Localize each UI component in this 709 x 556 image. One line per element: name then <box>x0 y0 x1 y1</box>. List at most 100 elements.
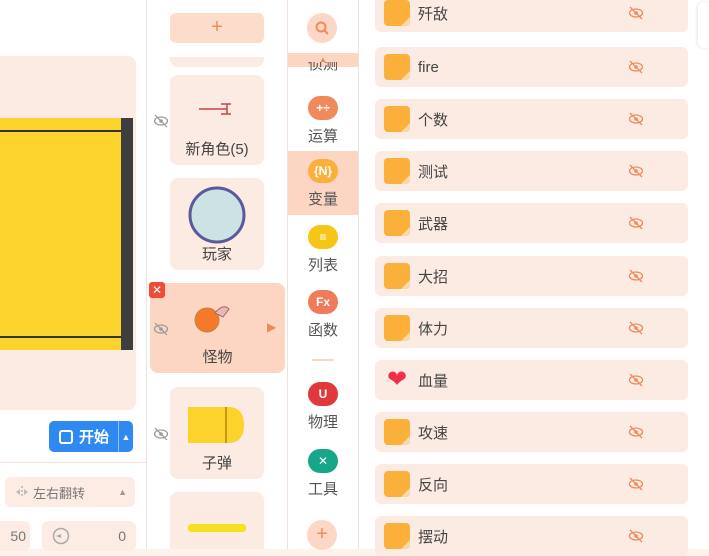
stage-backdrop <box>0 118 133 350</box>
variable-name: fire <box>418 58 439 76</box>
sprite-card[interactable]: 新角色(5) <box>170 75 264 165</box>
category-panel: ▲ 侦测 +÷ 运算 {N} 变量 ≡ 列表 Fx 函数 U 物理 ✕ 工具 + <box>287 0 358 550</box>
eye-off-icon[interactable] <box>628 60 644 74</box>
variable-icon <box>384 471 410 497</box>
eye-off-icon[interactable] <box>628 373 644 387</box>
arrow-right-icon[interactable]: ▶ <box>267 320 276 334</box>
category-label-partial: 侦测 <box>307 62 338 73</box>
category-label: 列表 <box>307 257 338 274</box>
flip-icon <box>16 486 28 498</box>
variable-name: 测试 <box>418 163 449 181</box>
flip-label: 左右翻转 <box>33 485 86 501</box>
tools-icon: ✕ <box>308 449 338 473</box>
category-label: 变量 <box>307 191 338 208</box>
variable-row[interactable]: 体力 <box>375 308 688 348</box>
function-icon: Fx <box>308 290 338 314</box>
eye-off-icon[interactable] <box>153 427 169 441</box>
start-label: 开始 <box>79 429 110 446</box>
variable-row[interactable]: 歼敌 <box>375 0 688 32</box>
list-icon: ≡ <box>308 225 338 249</box>
variable-name: 体力 <box>418 320 449 338</box>
sprite-name: 玩家 <box>201 246 232 263</box>
sprite-thumb-bullet <box>188 407 244 443</box>
x-field[interactable]: 50 <box>0 521 30 551</box>
variable-name: 大招 <box>418 268 449 286</box>
variable-row[interactable]: fire <box>375 47 688 87</box>
variable-row[interactable]: 反向 <box>375 464 688 504</box>
variable-row[interactable]: 测试 <box>375 151 688 191</box>
category-tools[interactable]: ✕ 工具 <box>288 441 358 505</box>
variable-icon <box>384 106 410 132</box>
variable-row[interactable]: 个数 <box>375 99 688 139</box>
variable-name: 摆动 <box>418 528 449 546</box>
eye-off-icon[interactable] <box>153 322 169 336</box>
divider <box>0 462 146 463</box>
category-operators[interactable]: +÷ 运算 <box>288 88 358 148</box>
category-physics[interactable]: U 物理 <box>288 374 358 438</box>
category-label: 运算 <box>307 128 338 145</box>
stage-preview[interactable] <box>0 56 136 410</box>
eye-off-icon[interactable] <box>628 164 644 178</box>
sprite-card-selected[interactable]: 怪物 <box>150 283 285 373</box>
eye-off-icon[interactable] <box>628 216 644 230</box>
category-divider <box>312 359 334 361</box>
variable-row[interactable]: ❤ 血量 <box>375 360 688 400</box>
variable-row[interactable]: 大招 <box>375 256 688 296</box>
play-icon <box>59 429 73 444</box>
eye-off-icon[interactable] <box>628 6 644 20</box>
sprite-card-partial[interactable] <box>170 57 264 67</box>
eye-off-icon[interactable] <box>628 269 644 283</box>
variable-row[interactable]: 武器 <box>375 203 688 243</box>
variable-icon <box>384 523 410 549</box>
eye-off-icon[interactable] <box>628 477 644 491</box>
variable-name: 个数 <box>418 111 449 129</box>
variable-icon <box>384 0 410 26</box>
magnet-icon: U <box>308 382 338 406</box>
category-label: 物理 <box>307 414 338 431</box>
rotation-field[interactable]: 0 <box>42 521 136 551</box>
rotation-icon <box>52 527 70 545</box>
sprite-card[interactable]: 玩家 <box>170 178 264 270</box>
search-icon[interactable] <box>307 13 337 43</box>
variable-icon <box>384 54 410 80</box>
variable-name: 反向 <box>418 476 449 494</box>
sprite-card[interactable]: 子弹 <box>170 387 264 479</box>
eye-off-icon[interactable] <box>628 321 644 335</box>
variable-icon <box>384 315 410 341</box>
right-edge <box>698 0 709 549</box>
add-sprite-button[interactable]: + <box>170 13 264 43</box>
category-variables[interactable]: {N} 变量 <box>288 151 358 215</box>
sprite-thumb-player <box>188 186 246 244</box>
sprite-card[interactable] <box>170 492 264 549</box>
variable-name: 血量 <box>418 372 449 390</box>
variable-panel: 歼敌 fire 个数测试武器大招体力 ❤ 血量攻速反向摆动 <box>358 0 699 556</box>
variable-icon <box>384 419 410 445</box>
variable-row[interactable]: 攻速 <box>375 412 688 452</box>
sprite-name: 子弹 <box>201 455 232 472</box>
variable-row[interactable]: 摆动 <box>375 516 688 556</box>
eye-off-icon[interactable] <box>628 529 644 543</box>
category-label: 工具 <box>307 481 338 498</box>
sprite-panel: + 新角色(5) 玩家 怪物 ✕ ▶ 子弹 <box>146 0 287 549</box>
category-label: 函数 <box>307 322 338 339</box>
flip-select[interactable]: 左右翻转 ▲ <box>5 477 135 507</box>
side-tab[interactable] <box>698 2 709 48</box>
variable-icon <box>384 158 410 184</box>
eye-off-icon[interactable] <box>628 112 644 126</box>
variable-icon <box>384 263 410 289</box>
stage-panel: 开始 ▲ 左右翻转 ▲ 50 0 <box>0 0 146 551</box>
variables-icon: {N} <box>308 159 338 183</box>
add-category-button[interactable]: + <box>307 520 337 550</box>
eye-off-icon[interactable] <box>153 114 169 128</box>
sprite-thumb-monster <box>194 306 230 333</box>
category-functions[interactable]: Fx 函数 <box>288 282 358 346</box>
start-button[interactable]: 开始 ▲ <box>49 421 133 452</box>
eye-off-icon[interactable] <box>628 425 644 439</box>
close-icon[interactable]: ✕ <box>149 282 165 298</box>
variable-icon <box>384 210 410 236</box>
category-lists[interactable]: ≡ 列表 <box>288 217 358 281</box>
sprite-thumb-weapon <box>199 103 231 115</box>
sprite-thumb-bar <box>188 524 246 532</box>
variable-name: 武器 <box>418 215 449 233</box>
caret-up-icon[interactable]: ▲ <box>118 421 133 452</box>
